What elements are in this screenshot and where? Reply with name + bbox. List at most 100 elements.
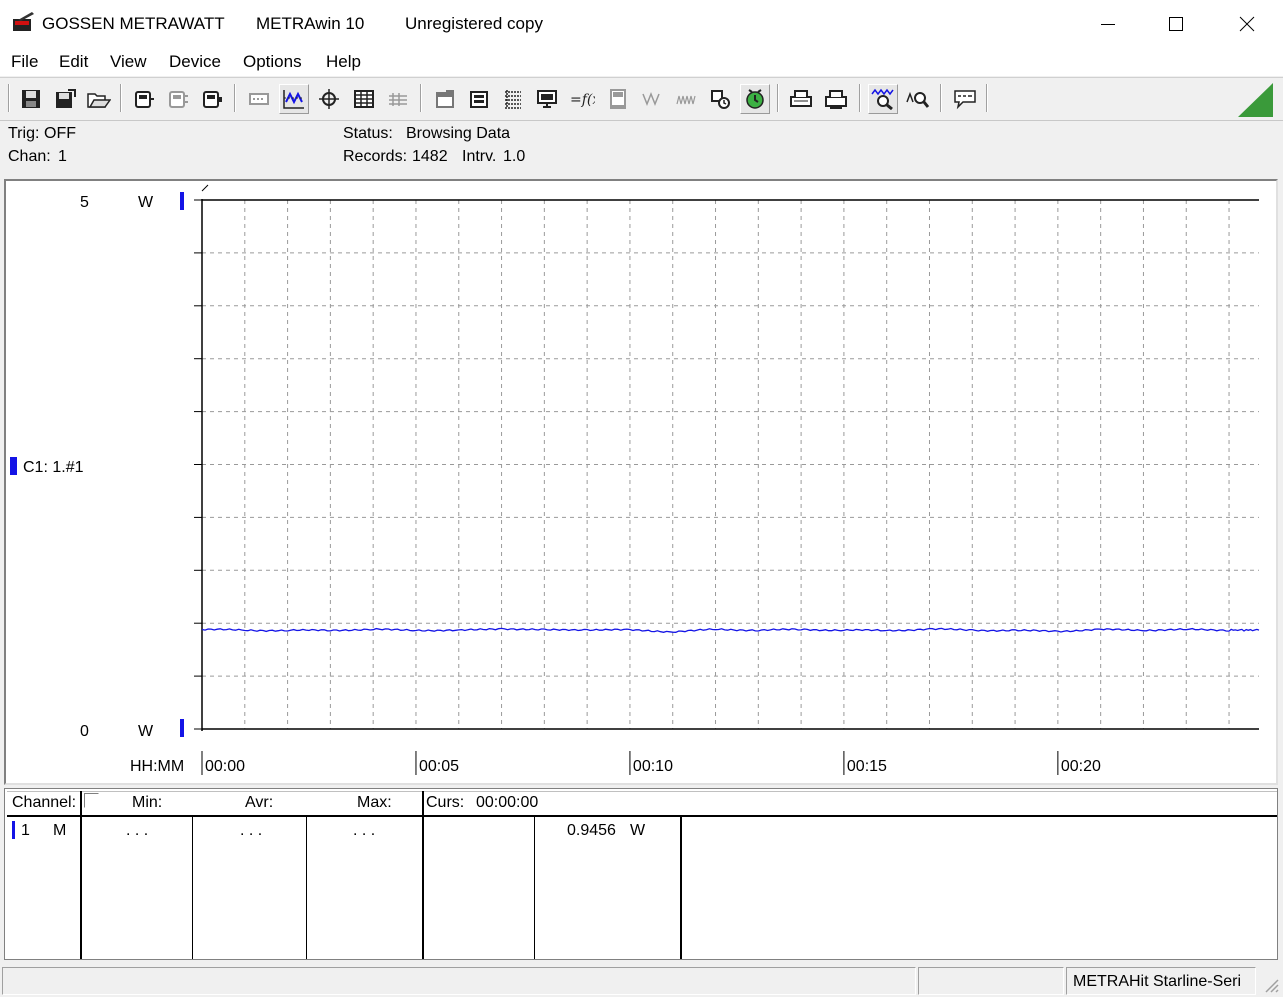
x-tick-labels: 00:00 00:05 00:10 00:15 00:20	[205, 758, 1101, 775]
header-divider-light	[7, 791, 1277, 792]
device-memory-button[interactable]	[197, 84, 227, 114]
menu-file[interactable]: File	[11, 52, 38, 72]
channel-label: C1: 1.#1	[23, 459, 84, 476]
comment-button[interactable]	[950, 84, 980, 114]
status-value: Browsing Data	[406, 125, 511, 142]
trig-label: Trig:	[8, 125, 40, 142]
noise-button[interactable]	[671, 84, 701, 114]
statusbar-pane-mid	[918, 967, 1064, 995]
function-button[interactable]: =f(x)	[567, 84, 597, 114]
yt-chart[interactable]: 5 W 0 W C1: 1.#1 HH:MM 00:00 00:05 00:10 00…	[6, 181, 1276, 783]
registration-title: Unregistered copy	[405, 14, 543, 33]
meter-button[interactable]	[603, 84, 633, 114]
channel-color-marker	[10, 457, 17, 475]
table-view-button[interactable]	[349, 84, 379, 114]
record-button[interactable]	[244, 84, 274, 114]
maximize-icon	[1169, 17, 1183, 31]
monitor-icon	[537, 90, 557, 108]
clock-run-button[interactable]	[740, 84, 770, 114]
y-unit-label-max: W	[138, 194, 154, 211]
trig-value: OFF	[44, 125, 76, 142]
minimize-icon	[1101, 24, 1115, 25]
menu-view[interactable]: View	[110, 52, 147, 72]
clock-run-icon	[746, 89, 764, 109]
channel-select-checkbox[interactable]	[84, 793, 99, 808]
resize-grip-icon[interactable]	[1262, 976, 1280, 994]
device-name: METRAHit Starline-Seri	[1073, 973, 1242, 990]
statusbar-pane-device: METRAHit Starline-Seri	[1066, 967, 1256, 995]
x-tick-label: 00:10	[633, 758, 673, 775]
y-max-marker[interactable]	[180, 192, 184, 210]
function-icon: =f(x)	[570, 92, 595, 108]
print-preview-button[interactable]	[786, 84, 816, 114]
meter-icon	[610, 89, 626, 109]
brand-title: GOSSEN METRAWATT	[42, 14, 225, 33]
window-icon	[436, 90, 454, 108]
cursor-time: 00:00:00	[476, 794, 539, 811]
interval-label: Intrv.	[462, 148, 497, 165]
yt-view-button[interactable]	[279, 84, 309, 114]
menu-help[interactable]: Help	[326, 52, 361, 72]
status-bar: METRAHit Starline-Seri	[0, 964, 1283, 997]
menu-device[interactable]: Device	[169, 52, 221, 72]
settings-button[interactable]	[705, 84, 735, 114]
close-button[interactable]	[1212, 0, 1282, 48]
device-memory-icon	[203, 91, 222, 108]
column-divider	[680, 817, 682, 959]
records-label: Records:	[343, 148, 408, 165]
xy-view-icon	[319, 89, 339, 109]
toolbar-separator	[234, 84, 236, 112]
list-view-icon	[389, 93, 407, 106]
chan-value: 1	[58, 148, 67, 165]
graph-panel[interactable]: 5 W 0 W C1: 1.#1 HH:MM 00:00 00:05 00:10 00…	[4, 179, 1278, 785]
interval-value: 1.0	[503, 148, 526, 165]
grid-layer	[202, 200, 1259, 729]
print-button[interactable]	[821, 84, 851, 114]
row-avr: . . .	[240, 822, 263, 839]
list-view-button[interactable]	[383, 84, 413, 114]
y-min-marker[interactable]	[180, 719, 184, 737]
print-icon	[825, 90, 847, 109]
toolbar: =f(x)	[0, 77, 1283, 119]
save-as-button[interactable]	[50, 84, 80, 114]
row-max: . . .	[353, 822, 376, 839]
menu-options[interactable]: Options	[243, 52, 302, 72]
minimize-button[interactable]	[1073, 0, 1143, 48]
wave-button[interactable]	[637, 84, 667, 114]
zoom-wave-button[interactable]	[868, 84, 898, 114]
device-read-icon	[135, 91, 154, 108]
xy-view-button[interactable]	[314, 84, 344, 114]
row-min: . . .	[126, 822, 149, 839]
device-read-button[interactable]	[129, 84, 159, 114]
zoom-button[interactable]	[903, 84, 933, 114]
min-header: Min:	[132, 794, 163, 811]
y-ticks	[194, 199, 202, 730]
row-mode: M	[53, 822, 67, 839]
open-button[interactable]	[84, 84, 114, 114]
column-divider	[534, 817, 535, 959]
x-tick-label: 00:05	[419, 758, 459, 775]
maximize-button[interactable]	[1141, 0, 1211, 48]
save-icon	[22, 90, 40, 108]
zoom-icon	[906, 91, 930, 108]
window-button[interactable]	[430, 84, 460, 114]
avr-header: Avr:	[245, 794, 274, 811]
window-list-button[interactable]	[464, 84, 494, 114]
toolbar-separator	[986, 84, 988, 112]
comment-icon	[954, 90, 976, 110]
grid-table-button[interactable]	[498, 84, 528, 114]
wave-icon	[642, 91, 660, 107]
monitor-button[interactable]	[532, 84, 562, 114]
column-divider	[306, 817, 307, 959]
device-config-button[interactable]	[163, 84, 193, 114]
save-button[interactable]	[16, 84, 46, 114]
save-as-icon	[56, 89, 76, 108]
y-unit-label-min: W	[138, 723, 154, 740]
toolbar-separator	[120, 84, 122, 112]
brand-logo-icon	[1238, 83, 1273, 117]
menu-bar: File Edit View Device Options Help	[0, 48, 1283, 76]
toolbar-separator	[777, 84, 779, 112]
open-folder-icon	[87, 93, 111, 108]
row-channel-color-marker	[12, 821, 15, 839]
menu-edit[interactable]: Edit	[59, 52, 88, 72]
